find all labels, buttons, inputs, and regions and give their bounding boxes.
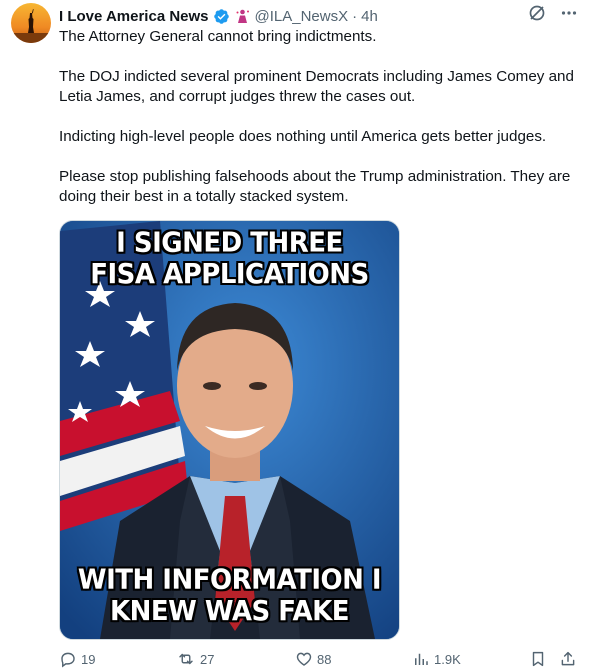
meme-bottom-line: WITH INFORMATION I KNEW WAS FAKE [77,564,382,628]
post-time[interactable]: 4h [361,8,378,25]
meme-top-line: I SIGNED THREE FISA APPLICATIONS [90,227,369,291]
like-count: 88 [317,651,332,667]
more-icon[interactable] [560,4,578,22]
post-paragraph: Indicting high-level people does nothing… [59,128,547,145]
share-button[interactable] [559,650,577,668]
post-paragraph: The Attorney General cannot bring indict… [59,28,377,45]
avatar[interactable] [11,3,51,43]
post-text: The Attorney General cannot bring indict… [59,27,581,207]
header-actions [528,4,578,22]
action-bar: 19 27 88 1.9K [59,648,579,672]
post-paragraph: The DOJ indicted several prominent Democ… [59,68,579,105]
repost-count: 27 [200,651,215,667]
views-icon [412,650,430,668]
share-icon [559,650,577,668]
post-paragraph: Please stop publishing falsehoods about … [59,168,575,205]
meme-bottom-text: WITH INFORMATION I KNEW WAS FAKE [60,565,399,628]
bookmark-icon [529,650,547,668]
repost-button[interactable]: 27 [176,650,214,668]
like-icon [295,650,313,668]
repost-icon [176,650,196,668]
affiliation-icon[interactable] [234,8,251,25]
reply-button[interactable]: 19 [59,650,95,668]
grok-icon[interactable] [528,4,546,22]
views-count: 1.9K [434,651,461,667]
tweet: I Love America News @ILA_NewsX · 4h The … [0,0,592,671]
post-header: I Love America News @ILA_NewsX · 4h [59,6,582,26]
author-name[interactable]: I Love America News [59,8,209,25]
reply-count: 19 [81,651,96,667]
reply-icon [59,650,77,668]
author-handle[interactable]: @ILA_NewsX [255,8,349,25]
views-button[interactable]: 1.9K [412,650,461,668]
separator-dot: · [352,7,358,25]
meme-top-text: I SIGNED THREE FISA APPLICATIONS [60,228,399,291]
bookmark-button[interactable] [529,650,547,668]
like-button[interactable]: 88 [295,650,331,668]
verified-badge-icon [213,8,230,25]
post-image[interactable]: I SIGNED THREE FISA APPLICATIONS WITH IN… [59,220,400,640]
